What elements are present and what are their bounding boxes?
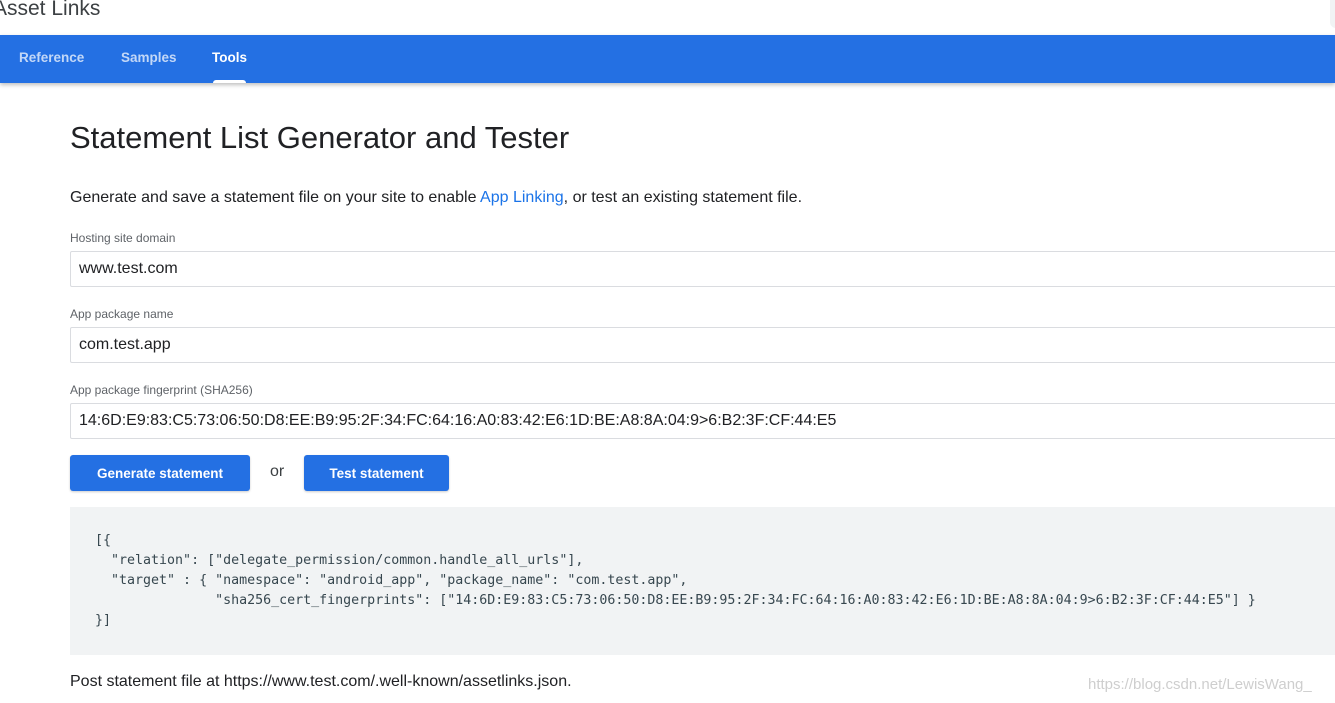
code-line: [{ [95,533,112,548]
code-line: "sha256_cert_fingerprints": ["14:6D:E9:8… [95,593,1256,608]
intro-text: Generate and save a statement file on yo… [70,189,802,207]
site-title[interactable]: Asset Links [0,0,100,21]
statement-code-block: [{ "relation": ["delegate_permission/com… [70,507,1335,655]
page-title: Statement List Generator and Tester [70,120,570,155]
app-linking-link[interactable]: App Linking [480,189,564,206]
code-line: }] [95,613,112,628]
hosting-domain-label: Hosting site domain [70,231,176,245]
hosting-domain-input[interactable] [70,251,1335,287]
intro-text-after: , or test an existing statement file. [563,189,803,206]
fingerprint-label: App package fingerprint (SHA256) [70,383,253,397]
nav-bar: Reference Samples Tools [0,35,1335,83]
package-name-label: App package name [70,307,174,321]
watermark: https://blog.csdn.net/LewisWang_ [1088,676,1312,693]
generate-statement-button[interactable]: Generate statement [70,455,250,491]
or-separator: or [270,463,285,480]
tab-samples[interactable]: Samples [121,35,177,83]
code-line: "target" : { "namespace": "android_app",… [95,573,688,588]
post-statement-text: Post statement file at https://www.test.… [70,673,572,690]
tab-tools[interactable]: Tools [212,35,247,83]
intro-text-before: Generate and save a statement file on yo… [70,189,481,206]
fingerprint-input[interactable] [70,403,1335,439]
tab-reference[interactable]: Reference [19,35,84,83]
top-bar: Asset Links [0,0,1335,35]
package-name-input[interactable] [70,327,1335,363]
code-line: "relation": ["delegate_permission/common… [95,553,584,568]
search-box-edge[interactable] [1330,0,1335,28]
test-statement-button[interactable]: Test statement [304,455,449,491]
